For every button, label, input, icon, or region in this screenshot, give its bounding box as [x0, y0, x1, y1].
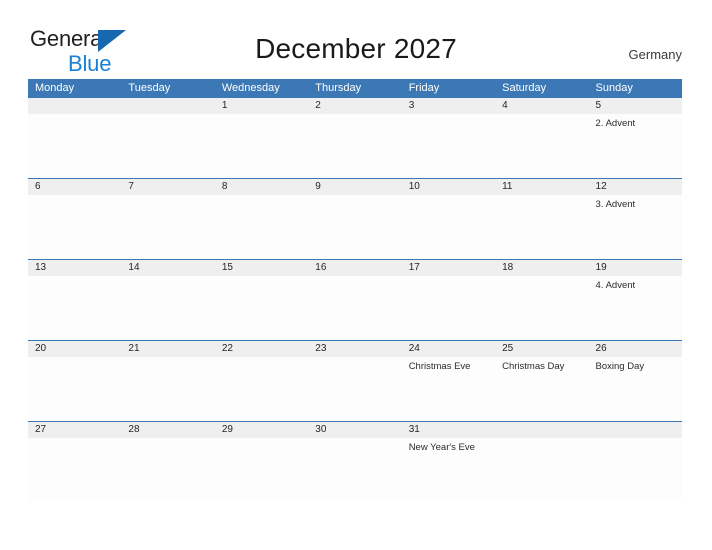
day-event: New Year's Eve — [408, 442, 475, 453]
day-event — [121, 357, 214, 421]
calendar-grid: Monday Tuesday Wednesday Thursday Friday… — [28, 79, 682, 502]
day-number[interactable]: 6 — [28, 179, 121, 195]
day-number[interactable] — [121, 98, 214, 114]
day-event — [28, 276, 121, 340]
day-event — [215, 357, 308, 421]
day-number[interactable]: 15 — [215, 260, 308, 276]
day-event — [28, 438, 121, 502]
day-event — [121, 195, 214, 259]
day-event — [121, 114, 214, 178]
week-daynumber-band: 6 7 8 9 10 11 12 — [28, 179, 682, 195]
weekday-wednesday: Wednesday — [221, 82, 280, 94]
day-number[interactable]: 31 — [402, 422, 495, 438]
weekday-tuesday: Tuesday — [128, 82, 171, 94]
calendar-page: General Blue December 2027 Germany Monda… — [0, 0, 712, 550]
day-number[interactable]: 9 — [308, 179, 401, 195]
weekday-header-row: Monday Tuesday Wednesday Thursday Friday… — [28, 79, 682, 97]
week-row: 20 21 22 23 24 25 26 Christmas Eve Chris… — [28, 340, 682, 421]
day-number[interactable]: 19 — [589, 260, 682, 276]
day-event — [28, 114, 121, 178]
day-number[interactable]: 21 — [121, 341, 214, 357]
day-number[interactable]: 2 — [308, 98, 401, 114]
day-event — [121, 438, 214, 502]
day-event: Christmas Day — [502, 361, 565, 372]
day-number[interactable]: 17 — [402, 260, 495, 276]
day-number[interactable]: 24 — [402, 341, 495, 357]
day-number[interactable]: 11 — [495, 179, 588, 195]
week-event-band: 3. Advent — [28, 195, 682, 259]
day-event — [495, 276, 588, 340]
day-number[interactable]: 26 — [589, 341, 682, 357]
day-event — [402, 195, 495, 259]
day-number[interactable]: 13 — [28, 260, 121, 276]
day-event: Boxing Day — [595, 361, 645, 372]
day-number[interactable]: 20 — [28, 341, 121, 357]
day-number[interactable]: 18 — [495, 260, 588, 276]
day-number[interactable]: 30 — [308, 422, 401, 438]
weekday-saturday: Saturday — [502, 82, 547, 94]
day-event — [308, 276, 401, 340]
day-number[interactable] — [495, 422, 588, 438]
day-event — [215, 438, 308, 502]
weekday-friday: Friday — [408, 82, 440, 94]
weekday-monday: Monday — [35, 82, 75, 94]
day-number[interactable]: 28 — [121, 422, 214, 438]
week-row: 13 14 15 16 17 18 19 4. Advent — [28, 259, 682, 340]
day-event — [589, 438, 682, 502]
day-number[interactable] — [28, 98, 121, 114]
page-title: December 2027 — [255, 33, 457, 64]
week-row: 6 7 8 9 10 11 12 3. Advent — [28, 178, 682, 259]
day-number[interactable]: 16 — [308, 260, 401, 276]
day-event: 4. Advent — [595, 280, 636, 291]
day-event — [28, 357, 121, 421]
day-event — [402, 276, 495, 340]
day-event — [308, 438, 401, 502]
day-number[interactable]: 29 — [215, 422, 308, 438]
day-number[interactable] — [589, 422, 682, 438]
day-event — [402, 114, 495, 178]
day-number[interactable]: 22 — [215, 341, 308, 357]
day-number[interactable]: 10 — [402, 179, 495, 195]
day-event — [215, 114, 308, 178]
week-event-band: 2. Advent — [28, 114, 682, 178]
day-number[interactable]: 3 — [402, 98, 495, 114]
week-event-band: 4. Advent — [28, 276, 682, 340]
week-daynumber-band: 13 14 15 16 17 18 19 — [28, 260, 682, 276]
day-event: Christmas Eve — [408, 361, 471, 372]
day-event — [215, 195, 308, 259]
country-label: Germany — [628, 47, 682, 62]
day-number[interactable]: 1 — [215, 98, 308, 114]
weekday-thursday: Thursday — [315, 82, 362, 94]
day-number[interactable]: 8 — [215, 179, 308, 195]
weekday-sunday: Sunday — [595, 82, 633, 94]
day-number[interactable]: 14 — [121, 260, 214, 276]
day-number[interactable]: 12 — [589, 179, 682, 195]
day-event: 2. Advent — [595, 118, 636, 129]
day-event — [28, 195, 121, 259]
day-number[interactable]: 25 — [495, 341, 588, 357]
day-event: 3. Advent — [595, 199, 636, 210]
week-event-band: Christmas Eve Christmas Day Boxing Day — [28, 357, 682, 421]
day-number[interactable]: 5 — [589, 98, 682, 114]
week-event-band: New Year's Eve — [28, 438, 682, 502]
day-number[interactable]: 4 — [495, 98, 588, 114]
week-daynumber-band: 27 28 29 30 31 — [28, 422, 682, 438]
day-event — [308, 357, 401, 421]
week-row: 27 28 29 30 31 New Year's Eve — [28, 421, 682, 502]
week-daynumber-band: 1 2 3 4 5 — [28, 98, 682, 114]
week-row: 1 2 3 4 5 2. Advent — [28, 97, 682, 178]
day-event — [495, 438, 588, 502]
day-event — [121, 276, 214, 340]
day-event — [495, 195, 588, 259]
day-event — [495, 114, 588, 178]
day-number[interactable]: 27 — [28, 422, 121, 438]
day-event — [215, 276, 308, 340]
day-event — [308, 114, 401, 178]
day-event — [308, 195, 401, 259]
day-number[interactable]: 23 — [308, 341, 401, 357]
day-number[interactable]: 7 — [121, 179, 214, 195]
week-daynumber-band: 20 21 22 23 24 25 26 — [28, 341, 682, 357]
page-header: General Blue December 2027 Germany — [0, 0, 712, 79]
